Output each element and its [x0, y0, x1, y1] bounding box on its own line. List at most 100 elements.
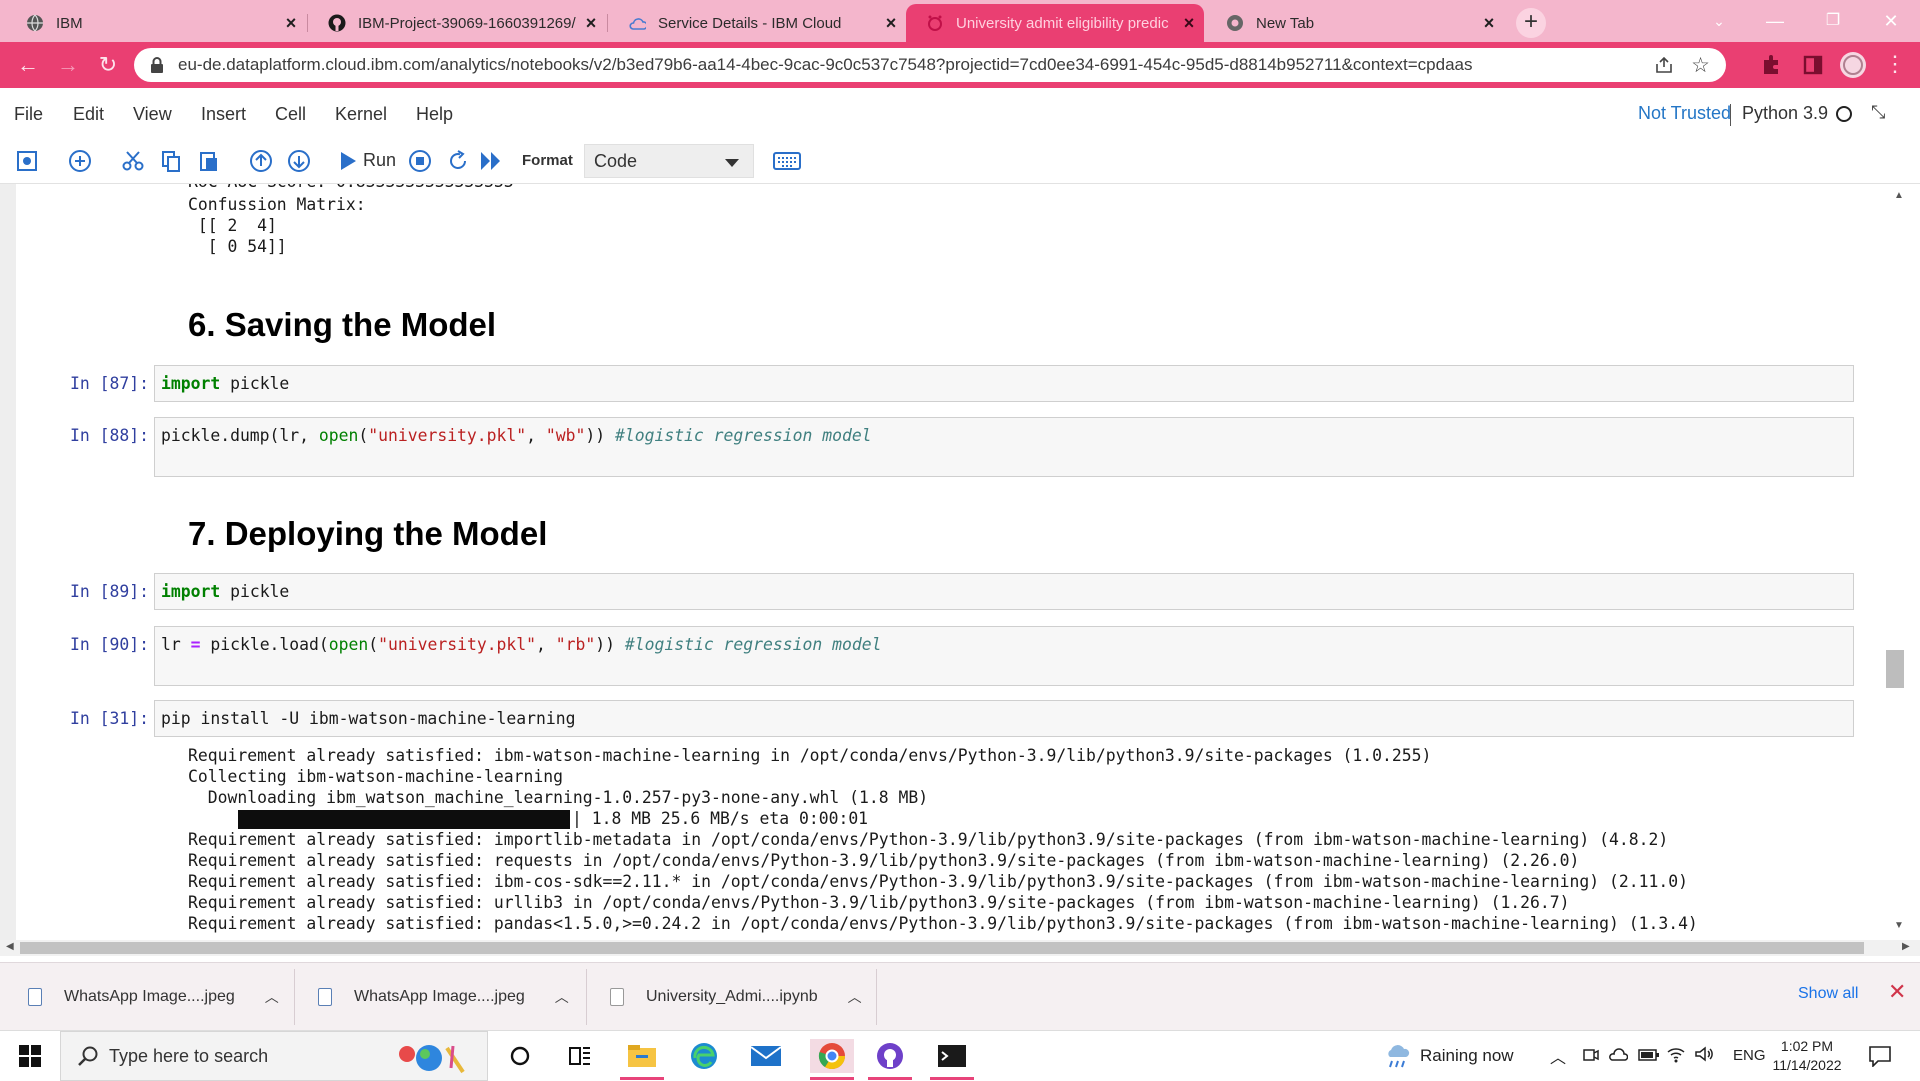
close-icon[interactable]: × — [1174, 13, 1204, 34]
close-icon[interactable]: × — [576, 13, 606, 34]
taskbar-search-field[interactable]: Type here to search — [60, 1031, 488, 1081]
interrupt-icon[interactable] — [405, 146, 435, 176]
kernel-idle-icon — [1835, 105, 1853, 128]
add-cell-icon[interactable] — [65, 146, 95, 176]
battery-icon[interactable] — [1638, 1047, 1660, 1068]
bookmark-star-icon[interactable]: ☆ — [1691, 53, 1710, 78]
share-icon[interactable] — [1654, 55, 1674, 80]
trust-status[interactable]: Not Trusted — [1638, 103, 1731, 124]
chevron-up-icon[interactable]: ︿ — [555, 987, 569, 1007]
restore-icon[interactable]: ❐ — [1810, 6, 1856, 36]
weather-rain-icon[interactable] — [1382, 1041, 1414, 1076]
onedrive-icon[interactable] — [1608, 1046, 1629, 1069]
move-up-icon[interactable] — [246, 146, 276, 176]
code-line: lr = pickle.load(open("university.pkl", … — [161, 635, 882, 654]
task-view-icon[interactable] — [562, 1039, 598, 1073]
download-item[interactable]: University_Admi....ipynb ︿ — [610, 981, 862, 1013]
tab-search-chevron-icon[interactable]: ⌄ — [1696, 6, 1742, 36]
kernel-name[interactable]: Python 3.9 — [1742, 103, 1828, 124]
menu-edit[interactable]: Edit — [73, 104, 104, 125]
tab-github-project[interactable]: IBM-Project-39069-1660391269/ × — [308, 4, 606, 42]
menu-insert[interactable]: Insert — [201, 104, 246, 125]
save-icon[interactable] — [12, 146, 42, 176]
menu-cell[interactable]: Cell — [275, 104, 306, 125]
download-item[interactable]: WhatsApp Image....jpeg ︿ — [28, 981, 279, 1013]
run-icon[interactable] — [333, 146, 363, 176]
restart-run-all-icon[interactable] — [476, 146, 506, 176]
code-cell[interactable]: import pickle — [154, 365, 1854, 402]
move-down-icon[interactable] — [284, 146, 314, 176]
scroll-up-icon[interactable]: ▲ — [1894, 190, 1904, 201]
code-cell[interactable]: import pickle — [154, 573, 1854, 610]
collapse-icon[interactable]: ⤡ — [1871, 102, 1885, 123]
extensions-icon[interactable] — [1756, 50, 1786, 80]
back-icon[interactable]: ← — [12, 50, 44, 80]
close-icon[interactable]: ✕ — [1888, 979, 1906, 1005]
tab-ibm-cloud[interactable]: Service Details - IBM Cloud × — [608, 4, 906, 42]
scroll-left-icon[interactable]: ◀ — [6, 941, 14, 952]
tab-university-admit[interactable]: University admit eligibility predic × — [906, 4, 1204, 42]
meet-now-icon[interactable] — [1582, 1046, 1600, 1069]
file-explorer-icon[interactable] — [624, 1039, 660, 1073]
more-menu-icon[interactable]: ⋮ — [1880, 50, 1910, 80]
system-clock[interactable]: 1:02 PM 11/14/2022 — [1770, 1037, 1844, 1075]
output-line: Collecting ibm-watson-machine-learning — [188, 767, 563, 786]
menu-file[interactable]: File — [14, 104, 43, 125]
forward-icon[interactable]: → — [52, 50, 84, 80]
edge-icon[interactable] — [686, 1039, 722, 1073]
copy-icon[interactable] — [156, 146, 186, 176]
vertical-scrollbar[interactable]: ▲ ▼ — [1886, 184, 1920, 940]
volume-icon[interactable] — [1694, 1045, 1716, 1068]
minimize-icon[interactable]: — — [1752, 6, 1798, 36]
scrollbar-thumb[interactable] — [1886, 650, 1904, 688]
reload-icon[interactable]: ↻ — [92, 50, 124, 80]
paste-icon[interactable] — [194, 146, 224, 176]
run-button[interactable]: Run — [363, 150, 396, 171]
horizontal-scrollbar[interactable]: ◀ ▶ — [0, 940, 1920, 956]
close-icon[interactable]: × — [876, 13, 906, 34]
chevron-up-icon[interactable]: ︿ — [265, 987, 279, 1007]
terminal-icon[interactable] — [934, 1039, 970, 1073]
show-all-button[interactable]: Show all — [1798, 985, 1858, 1003]
scrollbar-thumb[interactable] — [20, 942, 1864, 954]
code-cell[interactable]: pip install -U ibm-watson-machine-learni… — [154, 700, 1854, 737]
tab-ibm[interactable]: IBM × — [6, 4, 306, 42]
output-line: Requirement already satisfied: ibm-cos-s… — [188, 872, 1688, 891]
tab-new-tab[interactable]: New Tab × — [1206, 4, 1504, 42]
github-desktop-icon[interactable] — [872, 1039, 908, 1073]
format-label: Format — [522, 152, 573, 169]
windows-start-icon[interactable] — [12, 1039, 48, 1073]
chevron-up-icon[interactable]: ︿ — [848, 987, 862, 1007]
cortana-icon[interactable] — [502, 1039, 538, 1073]
notifications-icon[interactable] — [1868, 1045, 1892, 1072]
cell-type-select[interactable]: Code — [584, 144, 754, 178]
download-item[interactable]: WhatsApp Image....jpeg ︿ — [318, 981, 569, 1013]
code-cell[interactable]: lr = pickle.load(open("university.pkl", … — [154, 626, 1854, 686]
notebook-scroll-area[interactable]: RoC AUC Score: 0.8333333333333333 Confus… — [0, 184, 1920, 940]
window-close-icon[interactable]: ✕ — [1868, 6, 1914, 36]
weather-text[interactable]: Raining now — [1420, 1046, 1514, 1066]
cell-prompt: In [87]: — [70, 374, 149, 393]
restart-icon[interactable] — [443, 146, 473, 176]
scroll-right-icon[interactable]: ▶ — [1902, 941, 1910, 952]
menu-help[interactable]: Help — [416, 104, 453, 125]
scroll-down-icon[interactable]: ▼ — [1894, 920, 1904, 931]
keyboard-shortcuts-icon[interactable] — [771, 146, 803, 176]
new-tab-button[interactable]: + — [1516, 8, 1546, 38]
menu-view[interactable]: View — [133, 104, 172, 125]
chevron-up-icon[interactable]: ︿ — [1550, 1044, 1566, 1068]
cut-icon[interactable] — [118, 146, 148, 176]
close-icon[interactable]: × — [1474, 13, 1504, 34]
profile-avatar[interactable] — [1838, 50, 1868, 80]
wifi-icon[interactable] — [1666, 1045, 1686, 1068]
url-field[interactable]: eu-de.dataplatform.cloud.ibm.com/analyti… — [134, 48, 1726, 82]
input-language[interactable]: ENG — [1733, 1047, 1766, 1064]
sidebar-icon[interactable] — [1798, 50, 1828, 80]
close-icon[interactable]: × — [276, 13, 306, 34]
output-line: Requirement already satisfied: ibm-watso… — [188, 746, 1432, 765]
tab-title: University admit eligibility predic — [956, 14, 1169, 32]
mail-icon[interactable] — [748, 1039, 784, 1073]
code-cell[interactable]: pickle.dump(lr, open("university.pkl", "… — [154, 417, 1854, 477]
menu-kernel[interactable]: Kernel — [335, 104, 387, 125]
chrome-icon[interactable] — [810, 1039, 854, 1073]
